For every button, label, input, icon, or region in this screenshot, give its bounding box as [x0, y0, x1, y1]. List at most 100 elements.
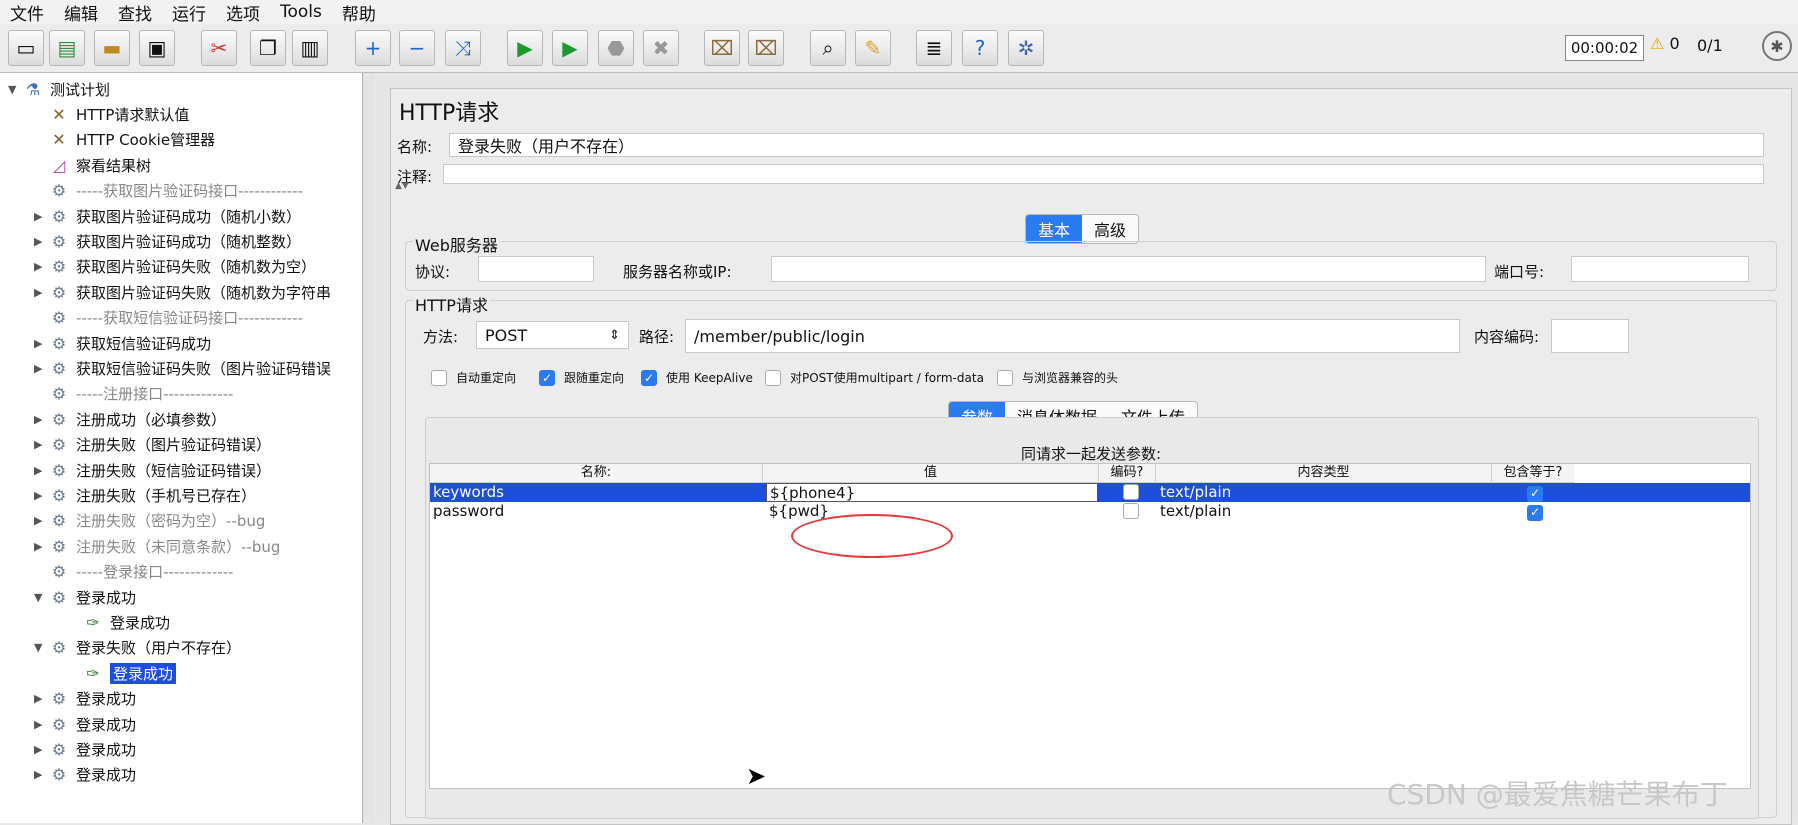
- check-icon[interactable]: ✓: [1527, 504, 1543, 521]
- collapsed-arrow-icon[interactable]: ▶: [34, 235, 48, 248]
- cell-name[interactable]: password: [430, 502, 763, 521]
- cell-encode[interactable]: [1120, 483, 1143, 502]
- collapsed-arrow-icon[interactable]: ▶: [34, 692, 48, 705]
- open-icon[interactable]: ▬: [94, 30, 130, 66]
- collapsed-arrow-icon[interactable]: ▶: [34, 337, 48, 350]
- checkbox-follow-redirect[interactable]: ✓ 跟随重定向: [539, 369, 624, 386]
- start-icon[interactable]: ▶: [507, 30, 543, 66]
- path-field[interactable]: /member/public/login: [685, 319, 1460, 353]
- stop-icon[interactable]: ⬣: [598, 30, 634, 66]
- tree-node[interactable]: ▼ ⚗ 测试计划: [8, 77, 110, 101]
- shutdown-icon[interactable]: ✖: [643, 30, 679, 66]
- tree-node[interactable]: ▶ ⚙ 注册失败（密码为空）--bug: [34, 509, 265, 533]
- tree-node[interactable]: ▶ ⚙ 登录成功: [34, 687, 136, 711]
- search-icon[interactable]: ⌕: [810, 30, 846, 66]
- tree-node[interactable]: ▶ ⚙ 获取图片验证码失败（随机数为空）: [34, 255, 316, 279]
- check-icon[interactable]: ✓: [1527, 485, 1543, 502]
- function-helper-icon[interactable]: ≣: [916, 30, 952, 66]
- tree-node[interactable]: ▶ ⚙ 注册失败（手机号已存在）: [34, 483, 256, 507]
- clear-icon[interactable]: ⌧: [704, 30, 740, 66]
- tree-node[interactable]: ⚙ -----获取短信验证码接口------------: [34, 306, 303, 330]
- expand-icon[interactable]: +: [355, 30, 391, 66]
- column-header-name[interactable]: 名称:: [430, 464, 763, 483]
- expanded-arrow-icon[interactable]: ▼: [8, 83, 22, 96]
- menu-search[interactable]: 查找: [108, 0, 162, 25]
- cell-content-type[interactable]: text/plain: [1157, 502, 1490, 521]
- check-icon[interactable]: ✓: [641, 369, 657, 386]
- settings-icon[interactable]: ✱: [1762, 31, 1792, 61]
- reset-search-icon[interactable]: ✎: [855, 30, 891, 66]
- collapsed-arrow-icon[interactable]: ▶: [34, 540, 48, 553]
- checkbox-box[interactable]: [997, 369, 1013, 386]
- collapsed-arrow-icon[interactable]: ▶: [34, 514, 48, 527]
- checkbox-box[interactable]: [431, 369, 447, 386]
- column-header-include-equals[interactable]: 包含等于?: [1492, 464, 1574, 483]
- remote-icon[interactable]: ✲: [1008, 30, 1044, 66]
- checkbox-browser-headers[interactable]: 与浏览器兼容的头: [997, 369, 1118, 386]
- tree-node[interactable]: ▶ ⚙ 获取图片验证码失败（随机数为字符串: [34, 280, 331, 304]
- tree-node[interactable]: ▶ ⚙ 注册失败（未同意条款）--bug: [34, 534, 280, 558]
- tree-node[interactable]: ✑ 登录成功: [80, 661, 177, 685]
- tree-node[interactable]: ▶ ⚙ 登录成功: [34, 712, 136, 736]
- save-icon[interactable]: ▣: [139, 30, 175, 66]
- menu-help[interactable]: 帮助: [332, 0, 386, 25]
- cell-name[interactable]: keywords: [430, 483, 763, 502]
- menu-edit[interactable]: 编辑: [54, 0, 108, 25]
- collapsed-arrow-icon[interactable]: ▶: [34, 438, 48, 451]
- paste-icon[interactable]: ▥: [292, 30, 328, 66]
- cell-content-type[interactable]: text/plain: [1157, 483, 1490, 502]
- checkbox-multipart[interactable]: 对POST使用multipart / form-data: [765, 369, 984, 386]
- tree-node[interactable]: ▶ ⚙ 获取短信验证码失败（图片验证码错误: [34, 356, 331, 380]
- expanded-arrow-icon[interactable]: ▼: [34, 591, 48, 604]
- checkbox-box[interactable]: [1123, 484, 1139, 500]
- cell-include-equals[interactable]: ✓: [1524, 502, 1547, 521]
- cell-include-equals[interactable]: ✓: [1524, 483, 1547, 502]
- column-header-content-type[interactable]: 内容类型: [1156, 464, 1492, 483]
- menu-tools[interactable]: Tools: [270, 2, 332, 22]
- collapse-icon[interactable]: −: [399, 30, 435, 66]
- menu-options[interactable]: 选项: [216, 0, 270, 25]
- collapsed-arrow-icon[interactable]: ▶: [34, 464, 48, 477]
- tree-node[interactable]: ◿ 察看结果树: [34, 153, 151, 177]
- tree-node[interactable]: ▶ ⚙ 注册失败（短信验证码错误）: [34, 458, 271, 482]
- cut-icon[interactable]: ✂: [201, 30, 237, 66]
- splitter[interactable]: [363, 73, 375, 823]
- tree-node[interactable]: ⚙ -----登录接口-------------: [34, 560, 234, 584]
- menu-run[interactable]: 运行: [162, 0, 216, 25]
- new-icon[interactable]: ▭: [8, 30, 44, 66]
- templates-icon[interactable]: ▤: [49, 30, 85, 66]
- table-row[interactable]: keywords ${phone4} text/plain ✓: [430, 483, 1750, 502]
- port-field[interactable]: [1571, 256, 1749, 282]
- tree-node[interactable]: ▼ ⚙ 登录失败（用户不存在）: [34, 636, 241, 660]
- method-select[interactable]: POST ⇕: [476, 321, 629, 349]
- tree-node[interactable]: ▶ ⚙ 注册成功（必填参数）: [34, 407, 226, 431]
- collapsed-arrow-icon[interactable]: ▶: [34, 260, 48, 273]
- cell-value-editor[interactable]: ${phone4}: [766, 483, 1098, 502]
- content-encoding-field[interactable]: [1551, 319, 1629, 353]
- tab-advanced[interactable]: 高级: [1082, 215, 1138, 243]
- table-row[interactable]: password ${pwd} text/plain ✓: [430, 502, 1750, 521]
- toggle-icon[interactable]: ⤨: [445, 30, 481, 66]
- expanded-arrow-icon[interactable]: ▼: [34, 641, 48, 654]
- tree-node[interactable]: ⚙ -----获取图片验证码接口------------: [34, 179, 303, 203]
- collapsed-arrow-icon[interactable]: ▶: [34, 362, 48, 375]
- comment-field[interactable]: [443, 164, 1764, 184]
- checkbox-keepalive[interactable]: ✓ 使用 KeepAlive: [641, 369, 753, 386]
- protocol-field[interactable]: [478, 256, 594, 282]
- menu-file[interactable]: 文件: [0, 0, 54, 25]
- checkbox-auto-redirect[interactable]: 自动重定向: [431, 369, 516, 386]
- cell-encode[interactable]: [1120, 502, 1143, 521]
- collapsed-arrow-icon[interactable]: ▶: [34, 210, 48, 223]
- start-no-pause-icon[interactable]: ▶: [552, 30, 588, 66]
- tree-node[interactable]: ✕ HTTP请求默认值: [34, 102, 189, 126]
- cell-value[interactable]: ${pwd}: [766, 502, 1099, 521]
- collapsed-arrow-icon[interactable]: ▶: [34, 489, 48, 502]
- collapsed-arrow-icon[interactable]: ▶: [34, 718, 48, 731]
- tree-node[interactable]: ▶ ⚙ 获取短信验证码成功: [34, 331, 211, 355]
- copy-icon[interactable]: ❐: [250, 30, 286, 66]
- tree-node[interactable]: ▼ ⚙ 登录成功: [34, 585, 136, 609]
- server-field[interactable]: [771, 256, 1486, 282]
- column-header-encode[interactable]: 编码?: [1099, 464, 1156, 483]
- collapsed-arrow-icon[interactable]: ▶: [34, 413, 48, 426]
- tree-node[interactable]: ▶ ⚙ 登录成功: [34, 763, 136, 787]
